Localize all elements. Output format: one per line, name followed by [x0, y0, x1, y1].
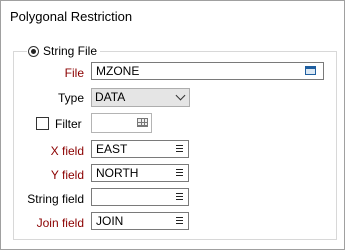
list-icon[interactable]	[176, 145, 183, 153]
file-input[interactable]: MZONE	[91, 62, 324, 80]
type-label: Type	[57, 91, 84, 105]
string-field-input[interactable]	[91, 188, 189, 206]
list-icon[interactable]	[176, 217, 183, 225]
join-field-label: Join field	[36, 216, 84, 230]
chevron-down-icon	[175, 90, 186, 101]
string-file-radio-label: String File	[43, 44, 98, 58]
x-field-value: EAST	[96, 142, 128, 156]
file-label: File	[64, 66, 84, 80]
panel-title: Polygonal Restriction	[10, 9, 133, 24]
x-field-label: X field	[50, 144, 84, 158]
filter-label: Filter	[55, 117, 82, 131]
string-field-label: String field	[27, 192, 84, 206]
x-field-input[interactable]: EAST	[91, 140, 189, 158]
browse-icon[interactable]	[305, 66, 316, 75]
y-field-input[interactable]: NORTH	[91, 164, 189, 182]
type-value: DATA	[95, 90, 126, 104]
file-value: MZONE	[96, 64, 140, 78]
radio-selected-icon[interactable]	[28, 45, 39, 57]
y-field-value: NORTH	[96, 166, 139, 180]
filter-input[interactable]	[91, 113, 152, 133]
grid-icon[interactable]	[137, 118, 148, 127]
list-icon[interactable]	[176, 193, 183, 201]
list-icon[interactable]	[176, 169, 183, 177]
join-field-input[interactable]: JOIN	[91, 212, 189, 230]
y-field-label: Y field	[50, 168, 84, 182]
join-field-value: JOIN	[96, 214, 124, 228]
filter-checkbox[interactable]	[36, 117, 49, 130]
type-select[interactable]: DATA	[91, 88, 190, 107]
string-file-radio[interactable]: String File	[27, 43, 101, 59]
